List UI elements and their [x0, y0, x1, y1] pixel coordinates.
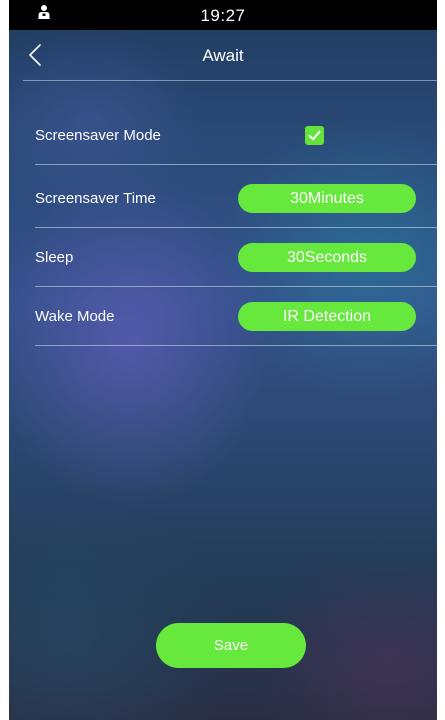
- setting-label: Sleep: [35, 249, 74, 266]
- page-title: Await: [202, 46, 244, 65]
- row-divider: [35, 286, 437, 287]
- row-divider: [35, 227, 437, 228]
- row-divider: [35, 345, 437, 346]
- setting-label: Screensaver Mode: [35, 127, 161, 144]
- header-divider: [23, 80, 437, 81]
- status-bar: 19:27: [9, 0, 437, 30]
- setting-label: Screensaver Time: [35, 190, 156, 207]
- save-button[interactable]: Save: [156, 623, 306, 668]
- status-time: 19:27: [200, 6, 246, 25]
- setting-row-screensaver-time: Screensaver Time 30Minutes: [35, 170, 437, 228]
- screensaver-mode-checkbox[interactable]: [305, 126, 324, 145]
- nav-bar: Await: [9, 30, 437, 80]
- row-divider: [35, 164, 437, 165]
- screensaver-time-select[interactable]: 30Minutes: [238, 184, 416, 213]
- setting-row-screensaver-mode: Screensaver Mode: [35, 107, 437, 165]
- setting-row-sleep: Sleep 30Seconds: [35, 229, 437, 287]
- wake-mode-select[interactable]: IR Detection: [238, 302, 416, 331]
- setting-label: Wake Mode: [35, 308, 115, 325]
- setting-row-wake-mode: Wake Mode IR Detection: [35, 288, 437, 346]
- device-screen: 19:27 Await Screensaver Mode Screensaver…: [9, 0, 437, 720]
- sleep-select[interactable]: 30Seconds: [238, 243, 416, 272]
- checkmark-icon: [305, 130, 324, 149]
